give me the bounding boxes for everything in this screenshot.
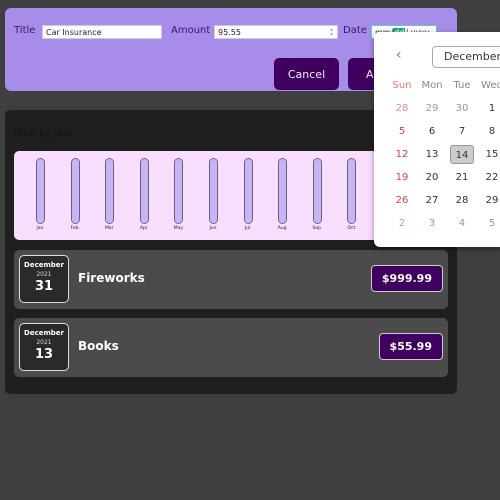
chart-bar-label: Oct [347,226,356,231]
expense-day: 31 [34,279,54,294]
chart-bar-track [139,158,149,224]
weekday-header: Sun [392,80,412,91]
expense-title: Books [78,339,119,353]
chart-bar-label: Jul [244,226,251,231]
calendar-day[interactable]: 22 [480,168,500,187]
chart-bar-track [174,158,184,224]
calendar-day[interactable]: 29 [480,191,500,210]
filter-by-year-label: Filter by year [14,129,74,139]
chart-bar-fill [37,159,44,223]
expense-amount: $999.99 [370,265,443,292]
calendar-day[interactable]: 12 [390,145,414,164]
expense-year: 2021 [36,339,52,346]
calendar-day[interactable]: 19 [390,168,414,187]
calendar-day[interactable]: 28 [450,191,474,210]
chart-bar-track [105,158,115,224]
calendar-day[interactable]: 21 [450,168,474,187]
chart-bar-aug: Aug [272,158,292,238]
chart-bar-fill [279,159,287,223]
chart-bar-jun: Jun [203,158,223,238]
month-select[interactable]: December [432,46,500,68]
chart-bar-track [70,158,80,224]
calendar-day[interactable]: 8 [480,122,500,141]
calendar-day[interactable]: 5 [480,214,500,233]
chart-bar-label: Apr [139,226,148,231]
chart-bar-fill [348,159,356,223]
expense-date: December 2021 31 [19,255,69,303]
chart-bar-fill [210,159,217,223]
chart-bar-fill [175,159,183,223]
weekday-header: Tue [453,80,471,91]
chart-bar-label: Sep [312,226,322,231]
title-label: Title [14,25,36,36]
expense-month: December [24,261,64,269]
chart-bar-sep: Sep [307,158,327,238]
chart-bar-oct: Oct [341,158,361,238]
calendar-day[interactable]: 14 [450,145,474,164]
calendar-day[interactable]: 4 [450,214,474,233]
chart-bar-feb: Feb [65,158,85,238]
calendar-day[interactable]: 5 [390,122,414,141]
expense-date: December 2021 13 [19,323,69,371]
previous-month-icon[interactable]: ‹ [396,47,402,63]
chart-bar-mar: Mar [99,158,119,238]
chart-bar-label: Mar [104,226,114,231]
chart-bar-fill [106,159,114,223]
chart-bar-label: Jan [36,226,44,231]
calendar-day[interactable]: 2 [390,214,414,233]
weekday-header: Wed [481,80,500,91]
chart-bar-fill [140,159,148,223]
amount-input[interactable]: 95.55 ▴ ▾ [214,25,338,39]
calendar-day[interactable]: 3 [420,214,444,233]
chart-bar-fill [71,159,79,223]
cancel-button[interactable]: Cancel [274,58,339,90]
chart-bar-jan: Jan [30,158,50,238]
chart-bar-track [312,158,322,224]
expense-item: December 2021 31 Fireworks $999.99 [14,250,448,309]
chart-bar-label: Aug [277,226,287,231]
calendar-day[interactable]: 27 [420,191,444,210]
expense-month: December [24,329,64,337]
chart-bar-track [278,158,288,224]
chart-bar-may: May [168,158,188,238]
chart-bar-apr: Apr [134,158,154,238]
calendar-day[interactable]: 6 [420,122,444,141]
expense-item: December 2021 13 Books $55.99 [14,318,448,377]
calendar-day[interactable]: 1 [480,99,500,118]
calendar-day[interactable]: 26 [390,191,414,210]
calendar-day[interactable]: 7 [450,122,474,141]
chart-bar-track [243,158,253,224]
expense-day: 13 [34,347,54,362]
number-spinner-icon[interactable]: ▴ ▾ [328,27,335,38]
chart-bar-jul: Jul [238,158,258,238]
date-label: Date [343,25,367,36]
date-picker-popup: ‹ December Sun Mon Tue Wed 28 29 30 1 5 6 7 8 12 13 14… [374,32,500,247]
expense-amount: $55.99 [378,333,443,360]
chart-bar-track [36,158,45,224]
weekday-header: Mon [421,80,443,91]
calendar-day[interactable]: 13 [420,145,444,164]
title-input[interactable]: Car Insurance [42,25,162,39]
amount-label: Amount [171,25,211,36]
chart-bar-track [209,158,218,224]
calendar-day[interactable]: 15 [480,145,500,164]
calendar-day[interactable]: 20 [420,168,444,187]
chart-bar-label: Jun [209,226,217,231]
chart-bar-fill [313,159,321,223]
calendar-day[interactable]: 28 [390,99,414,118]
chart-bar-label: May [173,226,184,231]
calendar-day[interactable]: 30 [450,99,474,118]
calendar-day[interactable]: 29 [420,99,444,118]
chart-bar-label: Feb [70,226,79,231]
chart-bar-fill [244,159,252,223]
expense-year: 2021 [36,271,52,278]
chart-bar-track [347,158,357,224]
amount-value: 95.55 [218,28,241,37]
expense-title: Fireworks [78,271,145,285]
